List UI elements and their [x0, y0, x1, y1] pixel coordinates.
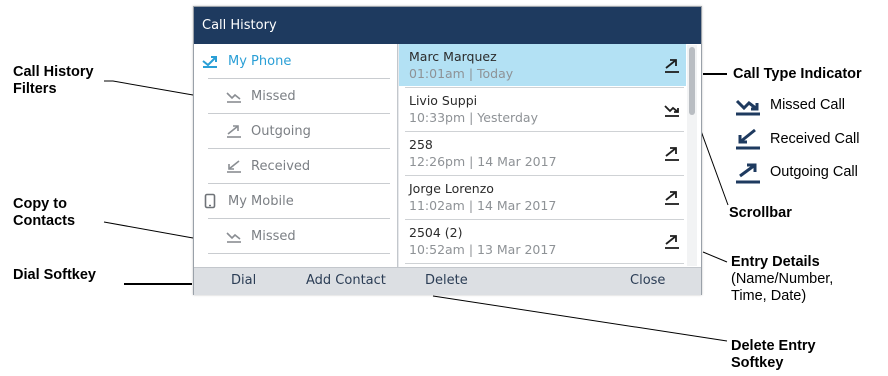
dial-softkey-callout: Dial Softkey [13, 267, 96, 283]
delete-entry-softkey-callout: Delete Entry Softkey [731, 338, 816, 372]
list-item[interactable]: Livio Suppi 10:33pm | Yesterday [399, 88, 686, 130]
filter-mobile-missed[interactable]: Missed [194, 219, 397, 253]
divider [405, 263, 684, 264]
copy-callout-line [103, 221, 194, 239]
outgoing-call-icon [665, 235, 679, 249]
filter-my-phone[interactable]: My Phone [194, 44, 397, 78]
filter-label: My Phone [228, 53, 292, 69]
list-item[interactable]: 258 12:26pm | 14 Mar 2017 [399, 132, 686, 174]
entry-name: 2504 (2) [409, 225, 463, 240]
divider [208, 253, 390, 254]
filters-callout-line [104, 80, 194, 96]
filter-label: My Mobile [228, 193, 294, 209]
phone-filter-icon [202, 56, 217, 68]
entry-name: Jorge Lorenzo [409, 181, 494, 196]
delete-softkey[interactable]: Delete [425, 273, 468, 288]
legend-missed-label: Missed Call [770, 97, 845, 113]
filter-received[interactable]: Received [194, 149, 397, 183]
call-history-screen: Call History My Phone Missed Outgoing Re… [193, 6, 702, 295]
mobile-icon [204, 193, 216, 209]
entry-time: 10:52am | 13 Mar 2017 [409, 242, 557, 257]
legend-outgoing-icon [736, 163, 760, 184]
callout-line-1: Delete Entry [731, 338, 816, 354]
filters-callout: Call History Filters [13, 64, 94, 98]
softkey-bar: Dial Add Contact Delete Close [194, 267, 701, 295]
entry-name: Marc Marquez [409, 49, 497, 64]
close-softkey[interactable]: Close [630, 273, 665, 288]
entry-name: Livio Suppi [409, 93, 478, 108]
filter-outgoing[interactable]: Outgoing [194, 114, 397, 148]
add-contact-softkey[interactable]: Add Contact [306, 273, 386, 288]
missed-call-icon [226, 92, 241, 103]
filter-label: Missed [251, 88, 296, 104]
call-type-indicator-callout: Call Type Indicator [733, 66, 862, 82]
delete-callout-line [432, 295, 728, 342]
missed-call-icon [226, 232, 241, 243]
entry-time: 10:33pm | Yesterday [409, 110, 538, 125]
callout-line-2: Softkey [731, 355, 784, 371]
call-history-list: Marc Marquez 01:01am | Today Livio Suppi… [399, 44, 701, 267]
copy-to-contacts-callout: Copy to Contacts [13, 196, 75, 230]
list-item[interactable]: 2504 (2) 10:52am | 13 Mar 2017 [399, 220, 686, 262]
outgoing-call-icon [227, 125, 241, 138]
entry-details-description: (Name/Number, Time, Date) [731, 271, 833, 305]
callout-line-1: Copy to [13, 196, 67, 212]
filter-label: Received [251, 158, 311, 174]
callout-line-2: Contacts [13, 213, 76, 229]
callout-line-1: Call History [13, 64, 94, 80]
outgoing-call-icon [665, 147, 679, 161]
screen-title: Call History [194, 7, 701, 44]
dial-softkey[interactable]: Dial [231, 273, 256, 288]
scrollbar-callout: Scrollbar [729, 205, 792, 221]
scrollbar-thumb[interactable] [689, 47, 695, 115]
legend-missed-icon [735, 99, 760, 116]
entry-details-callout-line [702, 251, 728, 263]
list-item[interactable]: Jorge Lorenzo 11:02am | 14 Mar 2017 [399, 176, 686, 218]
entry-name: 258 [409, 137, 433, 152]
outgoing-call-icon [665, 59, 679, 73]
filter-my-mobile[interactable]: My Mobile [194, 184, 397, 218]
outgoing-call-icon [665, 191, 679, 205]
filters-panel: My Phone Missed Outgoing Received My Mob… [194, 44, 398, 267]
filter-label: Outgoing [251, 123, 311, 139]
entry-details-callout: Entry Details [731, 254, 820, 270]
entry-time: 01:01am | Today [409, 66, 514, 81]
missed-call-icon [664, 105, 679, 117]
legend-outgoing-label: Outgoing Call [770, 164, 858, 180]
entry-time: 12:26pm | 14 Mar 2017 [409, 154, 557, 169]
callout-line-2: Time, Date) [731, 288, 807, 304]
legend-received-icon [736, 128, 760, 150]
callout-line-2: Filters [13, 81, 57, 97]
filter-missed[interactable]: Missed [194, 79, 397, 113]
list-item[interactable]: Marc Marquez 01:01am | Today [399, 44, 686, 86]
callout-line-1: (Name/Number, [731, 271, 834, 287]
received-call-icon [227, 160, 241, 173]
legend-received-label: Received Call [770, 131, 860, 147]
entry-time: 11:02am | 14 Mar 2017 [409, 198, 557, 213]
filter-label: Missed [251, 228, 296, 244]
